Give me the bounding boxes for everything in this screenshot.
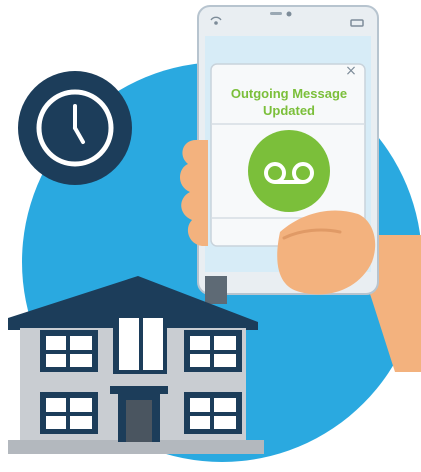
window bbox=[40, 330, 98, 372]
window bbox=[113, 312, 167, 374]
popup-close-button[interactable]: × bbox=[344, 64, 358, 78]
voicemail-icon[interactable] bbox=[248, 130, 330, 212]
window bbox=[184, 330, 242, 372]
house-door bbox=[110, 386, 168, 442]
window bbox=[40, 392, 98, 434]
clock-icon bbox=[18, 71, 132, 185]
popup-title: Outgoing Message Updated bbox=[230, 86, 348, 118]
window bbox=[184, 392, 242, 434]
